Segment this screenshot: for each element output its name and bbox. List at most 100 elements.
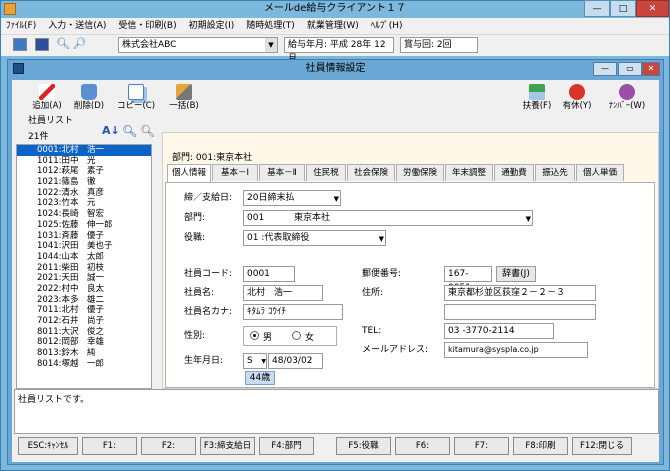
mail-field[interactable]: kitamura@syspla.co.jp <box>444 342 588 358</box>
fkey-8[interactable]: F8:印刷 <box>513 437 568 455</box>
chevron-down-icon[interactable]: ▼ <box>265 38 277 52</box>
tab-5[interactable]: 社会保険 <box>347 164 395 181</box>
list-item[interactable]: 0001:北村 浩一 <box>17 145 151 156</box>
tab-1[interactable]: 個人情報 <box>167 164 211 182</box>
address2-field[interactable] <box>444 304 596 320</box>
fkey-7[interactable]: F7: <box>454 437 509 455</box>
menu-input-send[interactable]: 入力・送信(A) <box>48 21 106 31</box>
tel-field[interactable]: 03 -3770-2114 <box>444 323 554 339</box>
list-item[interactable]: 1022:清水 真彦 <box>17 188 151 199</box>
dictionary-button[interactable]: 辞書(J) <box>496 266 536 282</box>
list-item[interactable]: 1023:竹本 元 <box>17 198 151 209</box>
fkey-5[interactable]: F5:役職 <box>336 437 391 455</box>
bonus-count-label: 賞与回: <box>404 40 435 50</box>
list-item[interactable]: 1011:田中 光 <box>17 156 151 167</box>
list-item[interactable]: 7012:石井 尚子 <box>17 316 151 327</box>
paid-leave-button[interactable]: 有休(Y) <box>557 82 597 112</box>
name-field[interactable]: 北村 浩一 <box>243 285 323 301</box>
tab-9[interactable]: 振込先 <box>535 164 575 181</box>
tab-6[interactable]: 労働保険 <box>396 164 444 181</box>
list-item[interactable]: 2023:本多 雄二 <box>17 295 151 306</box>
address-field[interactable]: 東京都杉並区荻窪２－２－３ <box>444 285 596 301</box>
filter-icon[interactable]: 🔍︎ <box>140 124 155 138</box>
fkey-0[interactable]: ESC:ｷｬﾝｾﾙ <box>18 437 78 455</box>
number-button[interactable]: ﾅﾝﾊﾞｰ(W) <box>607 82 647 112</box>
list-item[interactable]: 8012:岡部 幸雄 <box>17 337 151 348</box>
support-button[interactable]: 扶養(F) <box>517 82 557 112</box>
fkey-4[interactable]: F4:部門 <box>259 437 314 455</box>
tab-8[interactable]: 通勤費 <box>494 164 534 181</box>
add-button[interactable]: 追加(A) <box>27 82 67 112</box>
menu-work[interactable]: 就業管理(W) <box>307 21 359 31</box>
code-field[interactable]: 0001 <box>243 266 295 282</box>
batch-button[interactable]: 一括(B) <box>164 82 204 112</box>
menu-settings[interactable]: 初期設定(I) <box>189 21 235 31</box>
mail-label: メールアドレス: <box>362 345 429 355</box>
fkey-3[interactable]: F3:締支給日 <box>200 437 255 455</box>
tab-3[interactable]: 基本－Ⅱ <box>259 164 305 181</box>
male-radio[interactable] <box>250 331 259 340</box>
pay-period: 給与年月: 平成 28年 12月 <box>284 37 394 64</box>
company-select[interactable]: 株式会社ABC ▼ <box>118 37 278 53</box>
window-maximize-button[interactable]: ▭ <box>618 62 642 76</box>
list-item[interactable]: 2011:柴田 初枝 <box>17 263 151 274</box>
zoom-icon[interactable]: 🔎︎ <box>72 37 86 50</box>
list-item[interactable]: 1041:沢田 美也子 <box>17 241 151 252</box>
list-item[interactable]: 8014:塚越 一郎 <box>17 359 151 370</box>
cutoff-select[interactable]: 20日締末払 ▼ <box>243 190 341 206</box>
maximize-button[interactable]: □ <box>610 0 636 17</box>
list-item[interactable]: 2022:村中 良太 <box>17 284 151 295</box>
list-item[interactable]: 1044:山本 太郎 <box>17 252 151 263</box>
family-icon <box>529 84 545 100</box>
tab-10[interactable]: 個人単価 <box>576 164 624 181</box>
sex-group: 男 女 <box>243 326 337 346</box>
minimize-button[interactable]: — <box>584 0 610 17</box>
list-item[interactable]: 1025:佐藤 伸一郎 <box>17 220 151 231</box>
tab-4[interactable]: 住民税 <box>306 164 346 181</box>
fkey-6[interactable]: F6: <box>395 437 450 455</box>
female-radio[interactable] <box>292 331 301 340</box>
delete-button[interactable]: 削除(D) <box>69 82 109 112</box>
copy-button[interactable]: コピー(C) <box>116 82 156 112</box>
tab-7[interactable]: 年末調整 <box>445 164 493 181</box>
menu-receive-print[interactable]: 受信・印刷(B) <box>118 21 176 31</box>
fkey-2[interactable]: F2: <box>141 437 196 455</box>
search-icon[interactable]: 🔍︎ <box>56 37 70 50</box>
mail-icon[interactable] <box>35 38 49 51</box>
dept-select[interactable]: 001 東京本社 ▼ <box>243 210 533 226</box>
birth-field[interactable]: 48/03/02 <box>268 353 323 369</box>
fkey-9[interactable]: F12:閉じる <box>572 437 632 455</box>
menu-file[interactable]: ﾌｧｲﾙ(F) <box>6 21 36 31</box>
employee-window: 社員情報設定 — ▭ ✕ 追加(A) 削除(D) コピー(C) 一括(B) 扶養… <box>7 59 664 465</box>
era-select[interactable]: S ▼ <box>243 353 267 369</box>
list-item[interactable]: 1031:斉藤 優子 <box>17 231 151 242</box>
list-item[interactable]: 1012:萩尾 素子 <box>17 166 151 177</box>
save-icon[interactable] <box>13 38 27 51</box>
list-item[interactable]: 1021:篠島 徹 <box>17 177 151 188</box>
list-item[interactable]: 2021:天田 誠一 <box>17 273 151 284</box>
post-select[interactable]: 01 :代表取締役 ▼ <box>243 230 386 246</box>
pencil-icon <box>39 84 55 100</box>
menu-help[interactable]: ﾍﾙﾌﾟ(H) <box>371 21 403 31</box>
fkey-1[interactable]: F1: <box>82 437 137 455</box>
window-minimize-button[interactable]: — <box>593 62 617 76</box>
list-item[interactable]: 7011:北村 優子 <box>17 305 151 316</box>
bonus-count-value: 2回 <box>436 40 452 50</box>
window-close-button[interactable]: ✕ <box>642 62 660 76</box>
pay-period-label: 給与年月: <box>288 40 328 50</box>
sort-icon[interactable]: A↓ <box>102 124 120 137</box>
employee-list[interactable]: 0001:北村 浩一 1011:田中 光 1012:萩尾 素子 1021:篠島 徹 10… <box>16 144 152 389</box>
tab-2[interactable]: 基本－Ⅰ <box>212 164 258 181</box>
tab-bar: 個人情報 基本－Ⅰ 基本－Ⅱ 住民税 社会保険 労働保険 年末調整 通勤費 振込先 個人単価 <box>165 164 655 182</box>
kana-field[interactable]: ｷﾀﾑﾗ ｺｳｲﾁ <box>243 304 343 320</box>
app-icon <box>4 3 16 15</box>
search-icon[interactable]: 🔍︎ <box>122 124 137 138</box>
close-button[interactable]: ✕ <box>636 0 669 17</box>
menu-adhoc[interactable]: 随時処理(T) <box>246 21 295 31</box>
list-item[interactable]: 8011:大沢 俊之 <box>17 327 151 338</box>
list-item[interactable]: 8013:鈴木 純 <box>17 348 151 359</box>
zip-field[interactable]: 167-0051 <box>444 266 492 293</box>
list-item[interactable]: 1024:長崎 智宏 <box>17 209 151 220</box>
zip-label: 郵便番号: <box>362 269 402 279</box>
sex-label: 性別: <box>184 331 206 341</box>
